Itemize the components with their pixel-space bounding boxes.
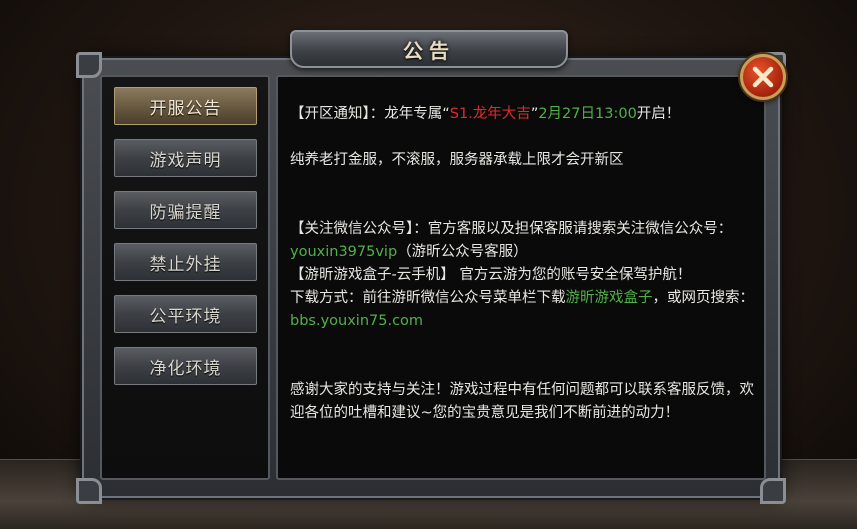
announcement-content: 【开区通知】：龙年专属“S1.龙年大吉”2月27日13:00开启！ 纯养老打金服…	[276, 75, 766, 480]
thanks-message: 感谢大家的支持与关注！游戏过程中有任何问题都可以联系客服反馈，欢迎各位的吐槽和建…	[290, 382, 754, 421]
notice-text: 下载方式：前往游昕微信公众号菜单栏下载	[290, 290, 566, 306]
notice-text: 开启！	[636, 106, 681, 122]
tab-no-cheats[interactable]: 禁止外挂	[114, 243, 257, 281]
tab-clean-environment[interactable]: 净化环境	[114, 347, 257, 385]
close-icon	[752, 66, 774, 88]
notice-text: ，或网页搜索：	[652, 290, 755, 306]
open-time-highlight: 2月27日13:00	[538, 106, 637, 122]
tab-server-open-notice[interactable]: 开服公告	[114, 87, 257, 125]
website-link[interactable]: bbs.youxin75.com	[290, 313, 423, 329]
wechat-account-id: youxin3975vip	[290, 244, 398, 260]
close-button[interactable]	[740, 54, 786, 100]
frame-corner	[760, 478, 786, 504]
game-box-name: 游昕游戏盒子	[565, 290, 653, 306]
tab-fair-environment[interactable]: 公平环境	[114, 295, 257, 333]
notice-text: 【关注微信公众号】：官方客服以及担保客服请搜索关注微信公众号：	[290, 221, 733, 237]
server-open-notice: 【开区通知】：龙年专属“S1.龙年大吉”2月27日13:00开启！	[290, 103, 760, 126]
notice-text: 【开区通知】：龙年专属“	[290, 106, 450, 122]
notice-text: （游昕公众号客服）	[397, 244, 528, 260]
server-description: 纯养老打金服，不滚服，服务器承载上限才会开新区	[290, 152, 624, 168]
frame-corner	[76, 478, 102, 504]
tab-sidebar: 开服公告 游戏声明 防骗提醒 禁止外挂 公平环境 净化环境	[100, 75, 270, 480]
tab-anti-fraud[interactable]: 防骗提醒	[114, 191, 257, 229]
dialog-title: 公告	[403, 38, 455, 63]
cloud-phone-notice: 【游昕游戏盒子-云手机】 官方云游为您的账号安全保驾护航！	[290, 267, 692, 283]
server-name-highlight: S1.龙年大吉	[449, 106, 531, 122]
dialog-title-plate: 公告	[290, 30, 568, 68]
download-instructions: 下载方式：前往游昕微信公众号菜单栏下载游昕游戏盒子，或网页搜索： bbs.youx…	[290, 287, 760, 333]
tab-game-statement[interactable]: 游戏声明	[114, 139, 257, 177]
wechat-follow-notice: 【关注微信公众号】：官方客服以及担保客服请搜索关注微信公众号： youxin397…	[290, 218, 760, 264]
frame-corner	[76, 52, 102, 78]
